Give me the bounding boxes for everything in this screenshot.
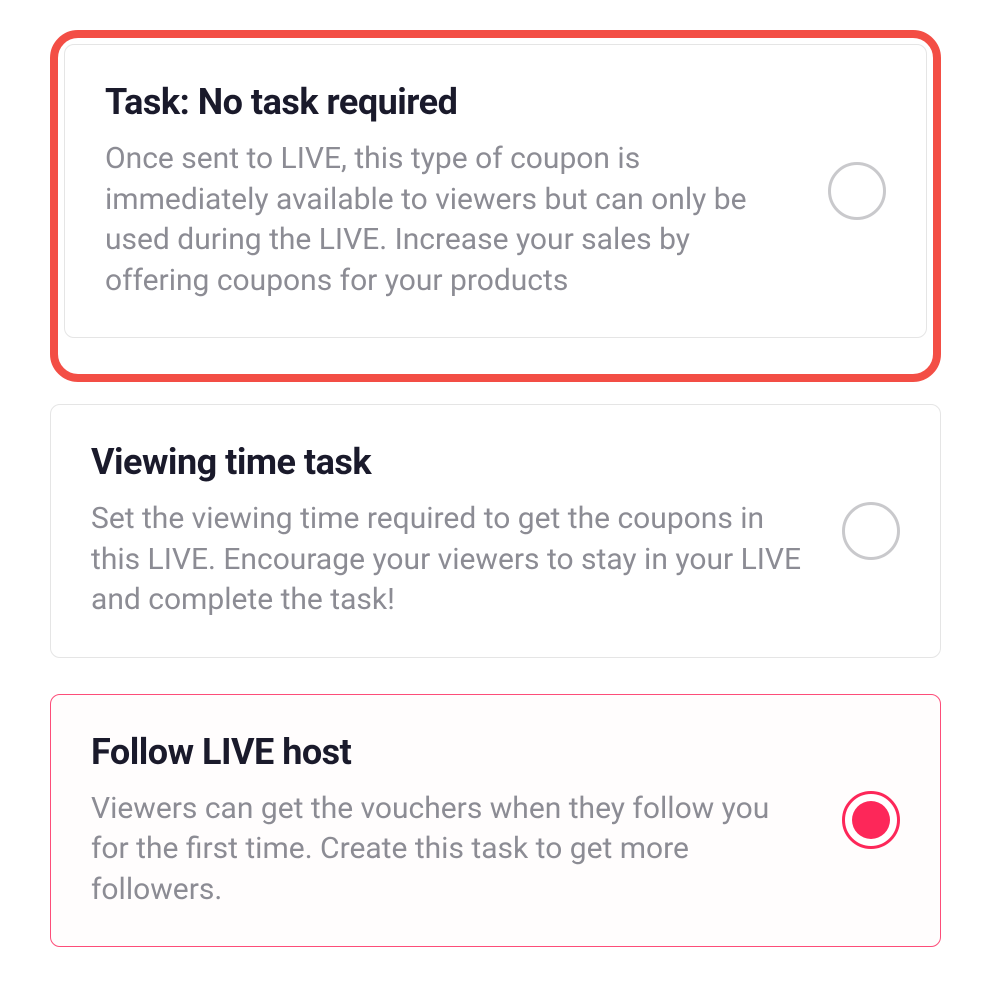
radio-viewing-time[interactable] <box>842 502 900 560</box>
option-title: Follow LIVE host <box>91 731 802 773</box>
radio-follow-host[interactable] <box>842 791 900 849</box>
highlight-frame: Task: No task required Once sent to LIVE… <box>50 30 941 382</box>
option-title: Viewing time task <box>91 441 802 483</box>
option-follow-host[interactable]: Follow LIVE host Viewers can get the vou… <box>50 694 941 948</box>
option-desc: Set the viewing time required to get the… <box>91 499 802 621</box>
option-body: Viewing time task Set the viewing time r… <box>91 441 842 621</box>
option-title: Task: No task required <box>105 81 788 123</box>
option-desc: Viewers can get the vouchers when they f… <box>91 789 802 911</box>
radio-no-task[interactable] <box>828 162 886 220</box>
option-body: Follow LIVE host Viewers can get the vou… <box>91 731 842 911</box>
option-viewing-time[interactable]: Viewing time task Set the viewing time r… <box>50 404 941 658</box>
option-body: Task: No task required Once sent to LIVE… <box>105 81 828 301</box>
option-desc: Once sent to LIVE, this type of coupon i… <box>105 139 788 301</box>
option-no-task[interactable]: Task: No task required Once sent to LIVE… <box>64 44 927 338</box>
